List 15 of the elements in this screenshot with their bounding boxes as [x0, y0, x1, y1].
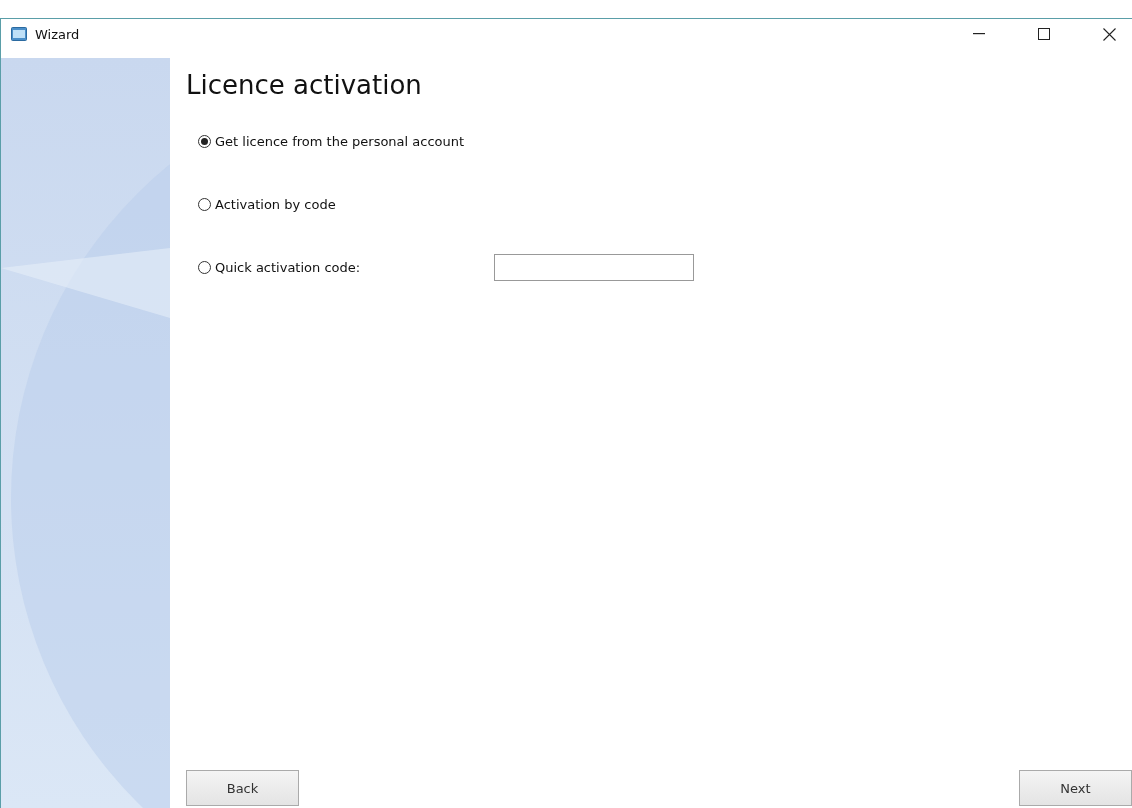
radio-button[interactable]: [198, 197, 211, 211]
page-heading: Licence activation: [186, 70, 423, 100]
close-icon[interactable]: [1102, 27, 1116, 41]
app-icon: [11, 27, 27, 41]
code-input-field[interactable]: [494, 253, 694, 281]
radio-option[interactable]: Activation by code: [198, 196, 336, 212]
radio-option[interactable]: Quick activation code:: [198, 259, 494, 275]
radio-button[interactable]: [198, 134, 211, 148]
radio-option[interactable]: Get licence from the personal account: [198, 133, 465, 149]
window-title: Wizard: [35, 26, 80, 42]
wizard-button[interactable]: Back: [186, 770, 299, 806]
wizard-button[interactable]: Next: [1019, 770, 1132, 806]
radio-button[interactable]: [198, 260, 211, 274]
minimize-icon[interactable]: [973, 33, 985, 35]
maximize-icon[interactable]: [1038, 28, 1050, 40]
